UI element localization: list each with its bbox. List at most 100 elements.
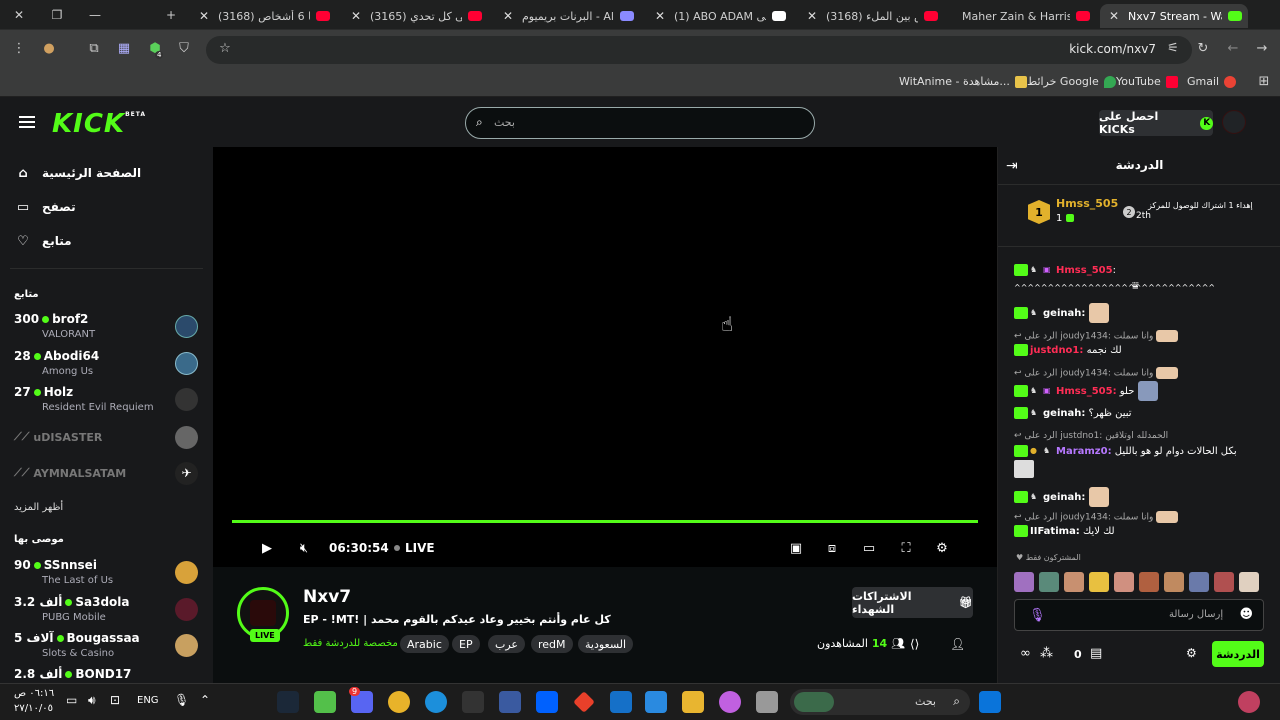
- tag-saudi[interactable]: السعودية: [578, 635, 634, 653]
- progress-bar[interactable]: [232, 520, 978, 523]
- clip-icon[interactable]: ▣: [788, 541, 804, 557]
- close-window-icon[interactable]: ✕: [0, 0, 38, 30]
- app-icon[interactable]: [756, 691, 778, 713]
- tag-redm[interactable]: redM: [531, 635, 573, 653]
- close-tab-icon[interactable]: ✕: [500, 9, 516, 23]
- file-explorer-icon[interactable]: [682, 691, 704, 713]
- mute-icon[interactable]: 🔇︎: [296, 541, 312, 557]
- restore-window-icon[interactable]: ❐: [38, 0, 76, 30]
- gift-subs-button[interactable]: الاشتراكات الشهداء 🎁︎: [852, 587, 973, 618]
- play-icon[interactable]: ▶: [259, 541, 275, 557]
- channel-abodi64[interactable]: 28 Abodi64 Among Us: [14, 349, 204, 383]
- tab-3[interactable]: ✕البرنات بريميوم - Alert: [494, 4, 640, 28]
- bookmark-youtube[interactable]: YouTube: [1116, 75, 1178, 88]
- nav-home[interactable]: ⌂ الصفحة الرئيسية: [16, 166, 141, 181]
- chat-settings-gear-icon[interactable]: ⚙: [1186, 646, 1197, 660]
- follow-user-icon[interactable]: 👤︎: [950, 637, 965, 651]
- copilot-icon[interactable]: [719, 691, 741, 713]
- bookmark-witanime[interactable]: WitAnime - مشاهدة...: [899, 75, 1027, 88]
- tab-active[interactable]: ✕Nxv7 Stream - Watch: [1100, 4, 1248, 28]
- tab-6[interactable]: Maher Zain & Harris: [950, 4, 1096, 28]
- shield-icon[interactable]: ⛉: [175, 41, 193, 59]
- notification-avatar[interactable]: [1238, 691, 1260, 713]
- dropbox-icon[interactable]: [536, 691, 558, 713]
- video-player[interactable]: ☝ ▶ 🔇︎ 06:30:54 LIVE ▣ ⧈ ▭ ⛶ ⚙: [213, 147, 997, 567]
- user-avatar[interactable]: [1222, 110, 1246, 134]
- back-icon[interactable]: →: [1253, 41, 1271, 59]
- channel-bougassaa[interactable]: 5 آلاف Bougassaa Slots & Casino: [14, 631, 204, 665]
- emote[interactable]: [1014, 572, 1034, 592]
- share-icon[interactable]: ⟨⟩: [910, 637, 919, 651]
- extension-icon[interactable]: ●: [40, 41, 58, 59]
- app-icon[interactable]: [499, 691, 521, 713]
- tab-2[interactable]: ✕(3165) على كل تحدي: [342, 4, 488, 28]
- new-tab-icon[interactable]: +: [152, 0, 190, 30]
- emote[interactable]: [1039, 572, 1059, 592]
- search-input[interactable]: ⌕ بحث: [465, 107, 815, 139]
- emote[interactable]: [1139, 572, 1159, 592]
- get-kicks-button[interactable]: احصل على KICKs K: [1099, 110, 1213, 136]
- emoji-icon[interactable]: ☻: [1239, 607, 1253, 622]
- reload-icon[interactable]: ↻: [1194, 41, 1212, 59]
- mic-icon[interactable]: 🎙︎: [1029, 608, 1046, 623]
- emote[interactable]: [1064, 572, 1084, 592]
- epic-games-icon[interactable]: [462, 691, 484, 713]
- channel-sa3dola[interactable]: 3.2 ألف Sa3dola PUBG Mobile: [14, 595, 204, 629]
- extension-icon[interactable]: ▦: [115, 41, 133, 59]
- theater-mode-icon[interactable]: ▭: [861, 541, 877, 557]
- address-bar[interactable]: ☆ kick.com/nxv7 ⚟: [206, 36, 1192, 64]
- store-icon[interactable]: [645, 691, 667, 713]
- outlook-icon[interactable]: [610, 691, 632, 713]
- tag-ep[interactable]: EP: [452, 635, 480, 653]
- app-icon[interactable]: [314, 691, 336, 713]
- microphone-icon[interactable]: 🎙︎: [174, 693, 189, 707]
- tab-5[interactable]: ✕(3168) الفرق بين الملء: [798, 4, 944, 28]
- channel-ssnnsei[interactable]: 90 SSnnsei The Last of Us: [14, 558, 204, 592]
- top-gifter-name[interactable]: Hmss_505: [1056, 197, 1118, 210]
- close-tab-icon[interactable]: ✕: [804, 9, 820, 23]
- tab-1[interactable]: ✕(3168) جبنا 6 أشخاص: [190, 4, 336, 28]
- infinity-icon[interactable]: ∞: [1020, 646, 1031, 661]
- settings-gear-icon[interactable]: ⚙: [934, 541, 950, 557]
- network-icon[interactable]: ⊡: [110, 693, 120, 707]
- channel-holz[interactable]: 27 Holz Resident Evil Requiem: [14, 385, 204, 419]
- close-tab-icon[interactable]: ✕: [196, 9, 212, 23]
- extensions-puzzle-icon[interactable]: ⧉: [85, 41, 103, 59]
- tag-arabic[interactable]: Arabic: [400, 635, 449, 653]
- emote[interactable]: [1089, 572, 1109, 592]
- mini-player-icon[interactable]: ⧈: [824, 541, 840, 557]
- channel-bond17[interactable]: 2.8 ألف BOND17: [14, 667, 204, 683]
- tag-arab[interactable]: عرب: [488, 635, 525, 653]
- channel-brof2[interactable]: 300 brof2 VALORANT: [14, 312, 204, 346]
- kicks-icon[interactable]: ⁂: [1040, 646, 1053, 661]
- language-indicator[interactable]: ENG: [137, 695, 159, 706]
- emote[interactable]: [1189, 572, 1209, 592]
- hamburger-menu-icon[interactable]: [19, 116, 35, 128]
- edge-icon[interactable]: [425, 691, 447, 713]
- chrome-icon[interactable]: [388, 691, 410, 713]
- gift-icon[interactable]: ▤: [1090, 646, 1102, 661]
- volume-icon[interactable]: 🔊︎: [88, 693, 96, 708]
- fullscreen-icon[interactable]: ⛶: [898, 541, 914, 557]
- bookmark-star-icon[interactable]: ☆: [216, 41, 234, 59]
- menu-dots-icon[interactable]: ⋮: [10, 41, 28, 59]
- show-more-link[interactable]: أظهر المزيد: [14, 502, 63, 513]
- emote[interactable]: [1114, 572, 1134, 592]
- clock[interactable]: ٠٦:١٦ ص ٢٧/١٠/٠٥: [14, 686, 54, 716]
- nav-following[interactable]: ♡ متابع: [16, 234, 71, 249]
- site-settings-icon[interactable]: ⚟: [1164, 41, 1182, 59]
- battery-icon[interactable]: ▭: [66, 693, 77, 707]
- nav-browse[interactable]: ▭ تصفح: [16, 200, 76, 215]
- taskbar-search[interactable]: بحث ⌕: [790, 689, 970, 715]
- channel-udisaster[interactable]: ⟋⟋ uDISASTER: [14, 430, 102, 444]
- emote[interactable]: [1214, 572, 1234, 592]
- kick-logo[interactable]: KICKBETA: [52, 109, 146, 139]
- send-chat-button[interactable]: الدردشة: [1212, 641, 1264, 667]
- chat-message-input[interactable]: 🎙︎ إرسال رسالة ☻: [1014, 599, 1264, 631]
- windows-start-icon[interactable]: [979, 691, 1001, 713]
- steam-icon[interactable]: [277, 691, 299, 713]
- streamer-name[interactable]: Nxv7: [303, 587, 351, 607]
- bookmark-gmail[interactable]: Gmail: [1187, 75, 1237, 88]
- bookmark-maps[interactable]: خرائط Google: [1027, 75, 1116, 88]
- forward-icon[interactable]: ←: [1224, 41, 1242, 59]
